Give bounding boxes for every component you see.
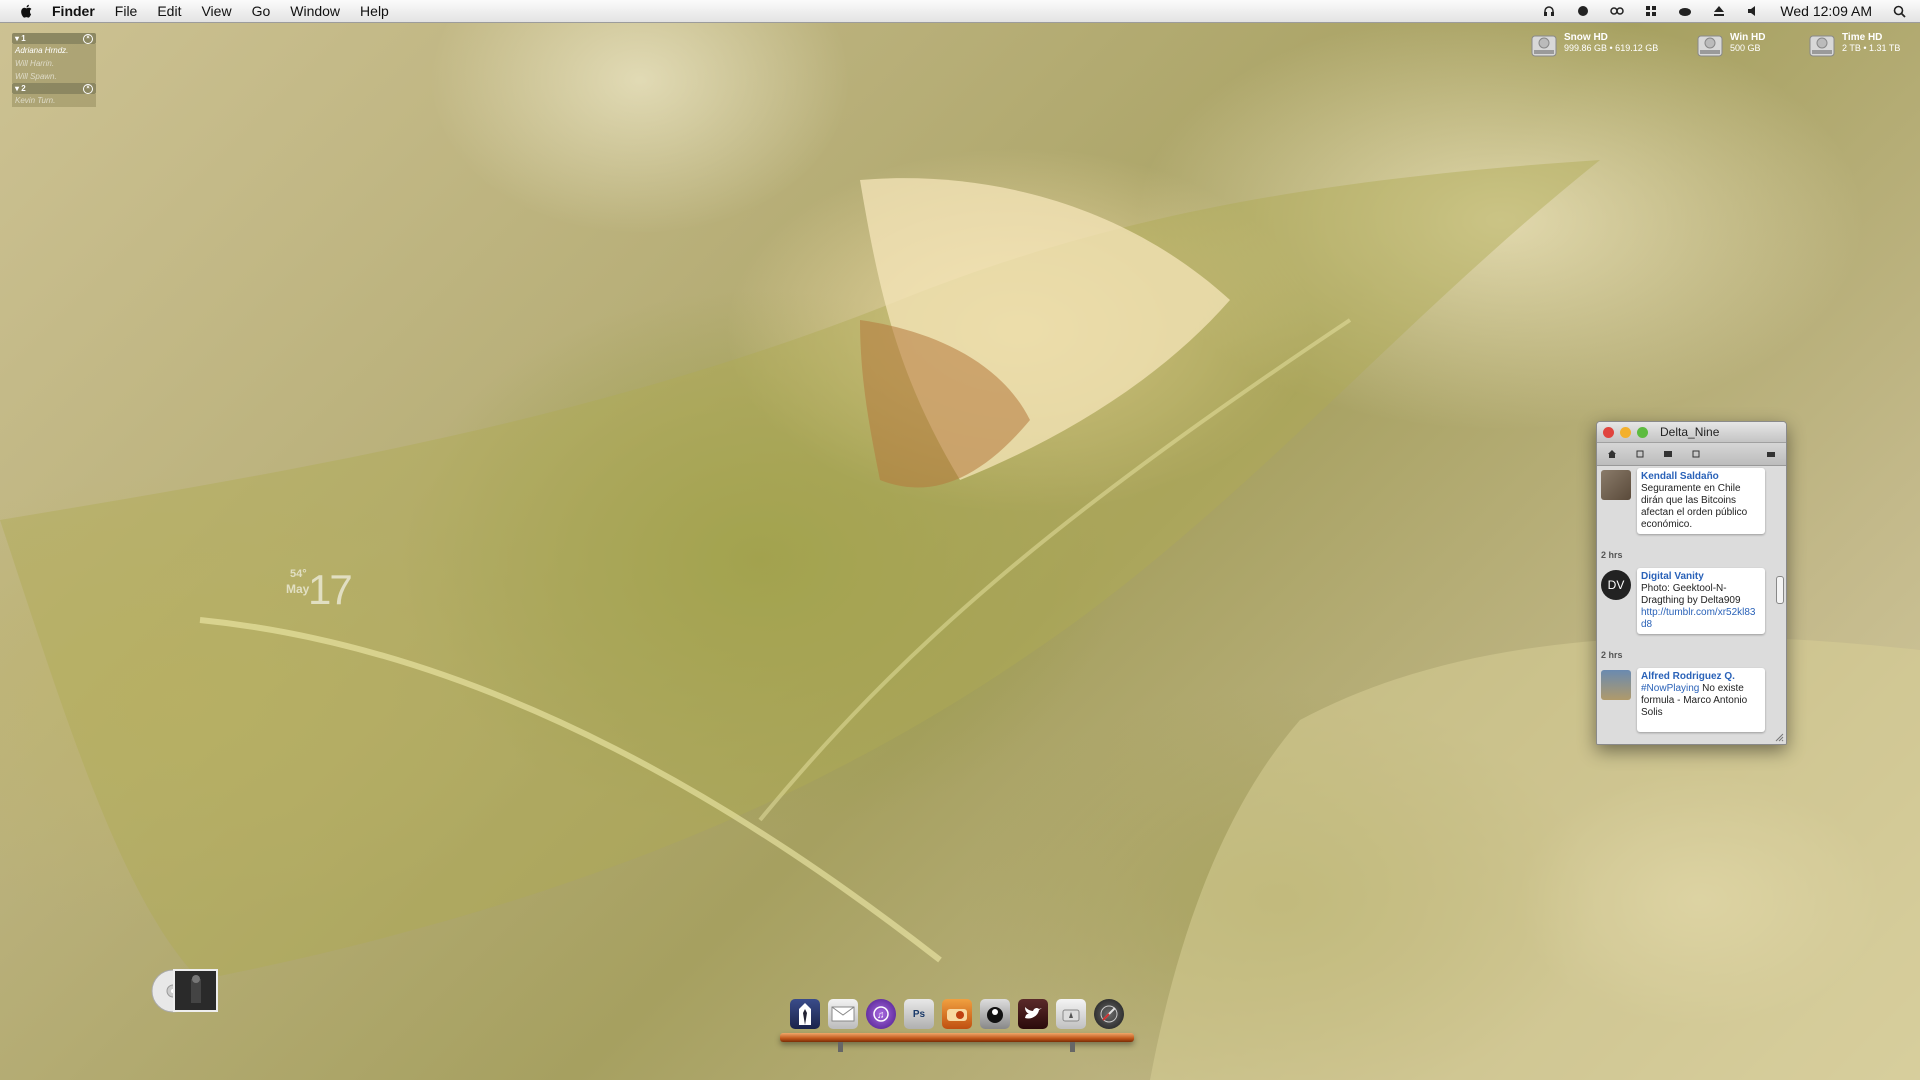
dock-leg	[1070, 1042, 1075, 1052]
twitter-window: Delta_Nine Kendall Saldaño Seguramente e…	[1596, 421, 1787, 745]
apple-menu-icon[interactable]	[18, 2, 36, 20]
dock-shelf	[780, 1033, 1134, 1042]
tweet-bubble: Kendall Saldaño Seguramente en Chile dir…	[1637, 468, 1765, 534]
contacts-widget: ▾ 1 × Adriana Hrndz. Will Harrin. Will Sp…	[12, 33, 96, 107]
menu-window[interactable]: Window	[290, 3, 340, 19]
day-number: 17	[308, 566, 353, 613]
resize-grip-icon[interactable]	[1774, 732, 1784, 742]
contact-group-2[interactable]: ▾ 2 ×	[12, 83, 96, 94]
menu-go[interactable]: Go	[252, 3, 271, 19]
tweet-item[interactable]: Alfred Rodriguez Q. #NowPlaying No exist…	[1597, 666, 1786, 744]
drive-size: 999.86 GB • 619.12 GB	[1564, 43, 1659, 53]
mail-icon[interactable]	[828, 999, 858, 1029]
close-icon[interactable]: ×	[83, 33, 93, 44]
tweet-item[interactable]: DV Digital Vanity Photo: Geektool-N-Drag…	[1597, 566, 1786, 644]
contact-group-label: ▾ 1	[15, 34, 26, 43]
tweet-item[interactable]: Kendall Saldaño Seguramente en Chile dir…	[1597, 466, 1786, 544]
month: May	[286, 582, 310, 596]
mentions-icon[interactable]	[1633, 447, 1647, 461]
tweet-text: Seguramente en Chile dirán que las Bitco…	[1641, 483, 1748, 530]
contact-item[interactable]: Adriana Hrndz.	[12, 44, 96, 57]
drive-snow-hd[interactable]: Snow HD 999.86 GB • 619.12 GB	[1530, 32, 1658, 60]
scrollbar[interactable]	[1776, 576, 1784, 604]
8ball-icon[interactable]	[980, 999, 1010, 1029]
cloud-icon[interactable]	[1678, 4, 1692, 18]
safari-icon[interactable]	[1094, 999, 1124, 1029]
avatar[interactable]	[1601, 470, 1631, 500]
home-icon[interactable]	[1605, 447, 1619, 461]
spotlight-search-icon[interactable]	[1892, 4, 1906, 18]
svg-text:♫: ♫	[877, 1010, 885, 1021]
window-titlebar[interactable]: Delta_Nine	[1597, 422, 1786, 443]
tweet-feed[interactable]: Kendall Saldaño Seguramente en Chile dir…	[1597, 466, 1786, 744]
contact-item[interactable]: Will Spawn.	[12, 70, 96, 83]
tweet-text: Photo: Geektool-N-Dragthing by Delta909	[1641, 583, 1741, 606]
menu-edit[interactable]: Edit	[157, 3, 181, 19]
drive-name: Win HD	[1730, 32, 1766, 43]
drive-win-hd[interactable]: Win HD 500 GB	[1696, 32, 1765, 60]
radio-icon[interactable]	[942, 999, 972, 1029]
tweet-author[interactable]: Alfred Rodriguez Q.	[1641, 671, 1761, 683]
tweet-time: 2 hrs	[1601, 550, 1623, 560]
close-icon[interactable]: ×	[83, 83, 93, 94]
messages-icon[interactable]	[1661, 447, 1675, 461]
temperature: 54°	[290, 568, 307, 580]
drive-time-hd[interactable]: Time HD 2 TB • 1.31 TB	[1808, 32, 1900, 60]
tweet-bubble: Digital Vanity Photo: Geektool-N-Dragthi…	[1637, 568, 1765, 634]
dock: ♫ Ps	[780, 995, 1134, 1052]
contact-item[interactable]: Will Harrin.	[12, 57, 96, 70]
hashtag-link[interactable]: #NowPlaying	[1641, 683, 1699, 694]
album-cover-image	[175, 971, 216, 1010]
hard-drive-icon	[1531, 35, 1557, 57]
twitter-toolbar	[1597, 443, 1786, 466]
avatar[interactable]	[1601, 670, 1631, 700]
tweet-author[interactable]: Digital Vanity	[1641, 571, 1761, 583]
close-button[interactable]	[1603, 426, 1614, 438]
tweet-time: 2 hrs	[1601, 650, 1623, 660]
twitter-icon[interactable]	[1018, 999, 1048, 1029]
dock-leg	[838, 1042, 843, 1052]
menu-view[interactable]: View	[201, 3, 231, 19]
headphones-icon[interactable]	[1542, 4, 1556, 18]
window-title: Delta_Nine	[1660, 425, 1720, 439]
hard-drive-icon	[1697, 35, 1723, 57]
avatar[interactable]: DV	[1601, 570, 1631, 600]
menu-app-finder[interactable]: Finder	[52, 3, 95, 19]
drive-name: Time HD	[1842, 32, 1883, 43]
photoshop-icon[interactable]: Ps	[904, 999, 934, 1029]
bird-icon[interactable]	[1576, 4, 1590, 18]
volume-icon[interactable]	[1746, 4, 1760, 18]
tweet-bubble: Alfred Rodriguez Q. #NowPlaying No exist…	[1637, 668, 1765, 732]
hard-drive-icon	[1809, 35, 1835, 57]
contact-group-label: ▾ 2	[15, 84, 26, 93]
drive-size: 2 TB • 1.31 TB	[1842, 43, 1901, 53]
app-store-icon[interactable]	[1056, 999, 1086, 1029]
menu-clock[interactable]: Wed 12:09 AM	[1780, 3, 1872, 19]
menu-bar: Finder File Edit View Go Window Help Wed…	[0, 0, 1920, 23]
minimize-button[interactable]	[1620, 426, 1631, 438]
itunes-icon[interactable]: ♫	[866, 999, 896, 1029]
glasses-icon[interactable]	[1610, 4, 1625, 18]
menu-help[interactable]: Help	[360, 3, 389, 19]
contact-item[interactable]: Kevin Turn.	[12, 94, 96, 107]
grid-icon[interactable]	[1644, 4, 1658, 18]
album-art[interactable]	[173, 969, 218, 1012]
contact-group-1[interactable]: ▾ 1 ×	[12, 33, 96, 44]
tweet-author[interactable]: Kendall Saldaño	[1641, 471, 1761, 483]
zoom-button[interactable]	[1637, 426, 1648, 438]
compose-icon[interactable]	[1764, 447, 1778, 461]
drive-size: 500 GB	[1730, 43, 1761, 53]
finder-tux-icon[interactable]	[790, 999, 820, 1029]
drive-name: Snow HD	[1564, 32, 1608, 43]
menu-file[interactable]: File	[115, 3, 138, 19]
eject-icon[interactable]	[1712, 4, 1726, 18]
lists-icon[interactable]	[1689, 447, 1703, 461]
tweet-link[interactable]: http://tumblr.com/xr52kl83d8	[1641, 607, 1761, 631]
